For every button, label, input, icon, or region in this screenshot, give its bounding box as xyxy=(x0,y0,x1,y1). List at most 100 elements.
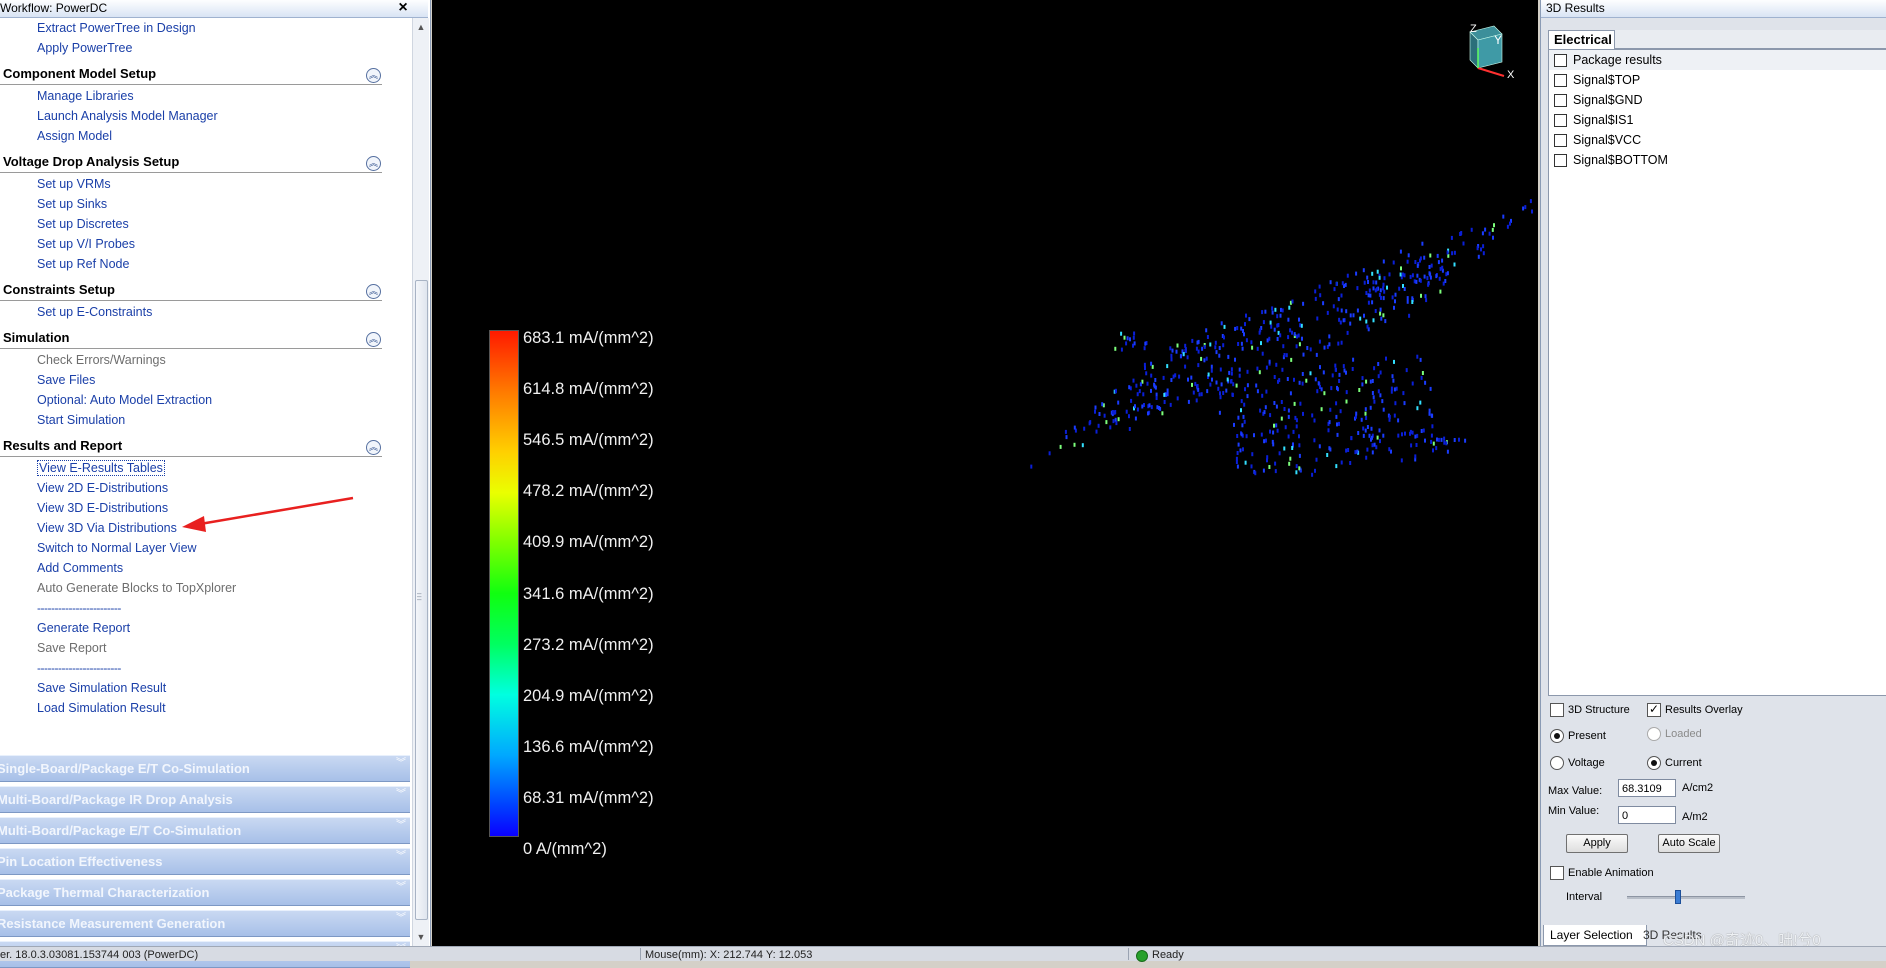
workflow-link[interactable]: Add Comments xyxy=(0,558,410,578)
collapsed-section[interactable]: Multi-Board/Package IR Drop Analysis ︾ xyxy=(0,786,410,813)
expand-chevron-icon[interactable]: ︾ xyxy=(396,914,406,924)
workflow-link[interactable]: Load Simulation Result xyxy=(0,698,410,718)
workflow-link[interactable]: Set up Discretes xyxy=(0,214,410,234)
section-header[interactable]: Constraints Setup ︽ xyxy=(0,278,410,302)
tree-item-checkbox[interactable] xyxy=(1554,54,1567,67)
collapse-section-icon[interactable]: ︽ xyxy=(366,68,381,83)
expand-chevron-icon[interactable]: ︾ xyxy=(396,821,406,831)
tree-item[interactable]: Signal$GND xyxy=(1549,90,1886,110)
workflow-link[interactable]: Start Simulation xyxy=(0,410,410,430)
section-header[interactable]: Component Model Setup ︽ xyxy=(0,62,410,86)
workflow-link[interactable]: View 3D Via Distributions xyxy=(0,518,410,538)
auto-scale-button[interactable]: Auto Scale xyxy=(1658,834,1720,853)
workflow-link[interactable]: Launch Analysis Model Manager xyxy=(0,106,410,126)
tree-item[interactable]: Signal$BOTTOM xyxy=(1549,150,1886,170)
workflow-link-label: Load Simulation Result xyxy=(37,701,166,715)
3d-structure-checkbox[interactable] xyxy=(1550,703,1564,717)
min-value-unit: A/m2 xyxy=(1682,811,1708,823)
tree-item-checkbox[interactable] xyxy=(1554,114,1567,127)
apply-button[interactable]: Apply xyxy=(1566,834,1628,853)
workflow-link[interactable]: Set up VRMs xyxy=(0,174,410,194)
enable-animation-checkbox[interactable] xyxy=(1550,866,1564,880)
scroll-up-arrow-icon[interactable]: ▲ xyxy=(413,20,429,34)
workflow-link-label: Save Report xyxy=(37,641,107,655)
min-value-input[interactable]: 0 xyxy=(1618,806,1676,824)
close-icon[interactable]: × xyxy=(396,0,410,16)
loaded-radio[interactable] xyxy=(1647,727,1661,741)
expand-chevron-icon[interactable]: ︾ xyxy=(396,883,406,893)
current-density-point xyxy=(1150,361,1153,366)
tree-item[interactable]: Signal$TOP xyxy=(1549,70,1886,90)
current-density-point xyxy=(1231,392,1234,397)
tree-item-checkbox[interactable] xyxy=(1554,154,1567,167)
collapse-section-icon[interactable]: ︽ xyxy=(366,284,381,299)
scroll-down-arrow-icon[interactable]: ▼ xyxy=(413,930,429,944)
workflow-link[interactable]: Set up V/I Probes xyxy=(0,234,410,254)
current-density-point xyxy=(1273,401,1276,405)
workflow-link[interactable]: Set up E-Constraints xyxy=(0,302,410,322)
current-density-point xyxy=(1414,260,1417,264)
current-density-point xyxy=(1289,391,1292,396)
collapsed-section[interactable]: Pin Location Effectiveness ︾ xyxy=(0,848,410,875)
workflow-scrollbar[interactable]: ▲ ‒ ‒ ‒ ▼ xyxy=(412,18,429,946)
workflow-link[interactable]: Set up Ref Node xyxy=(0,254,410,274)
present-radio[interactable] xyxy=(1550,729,1564,743)
current-radio[interactable] xyxy=(1647,756,1661,770)
collapsed-section[interactable]: Package Thermal Characterization ︾ xyxy=(0,879,410,906)
tree-item[interactable]: Package results xyxy=(1549,50,1886,70)
workflow-link[interactable]: Save Simulation Result xyxy=(0,678,410,698)
expand-chevron-icon[interactable]: ︾ xyxy=(396,790,406,800)
tree-item[interactable]: Signal$VCC xyxy=(1549,130,1886,150)
results-overlay-checkbox[interactable]: ✓ xyxy=(1647,703,1661,717)
interval-slider[interactable] xyxy=(1627,896,1745,899)
max-value-input[interactable]: 68.3109 xyxy=(1618,779,1676,797)
tree-item[interactable]: Signal$IS1 xyxy=(1549,110,1886,130)
collapse-section-icon[interactable]: ︽ xyxy=(366,332,381,347)
section-header[interactable]: Voltage Drop Analysis Setup ︽ xyxy=(0,150,410,174)
workflow-link[interactable]: Save Files xyxy=(0,370,410,390)
3d-viewport[interactable]: 683.1 mA/(mm^2) 614.8 mA/(mm^2) 546.5 mA/(… xyxy=(432,0,1538,946)
workflow-link[interactable]: Manage Libraries xyxy=(0,86,410,106)
workflow-link[interactable]: Set up Sinks xyxy=(0,194,410,214)
workflow-link[interactable]: View 3D E-Distributions xyxy=(0,498,410,518)
current-density-point xyxy=(1287,335,1290,340)
workflow-link[interactable]: Generate Report xyxy=(0,618,410,638)
interval-slider-thumb[interactable] xyxy=(1674,890,1681,904)
tree-item-checkbox[interactable] xyxy=(1554,94,1567,107)
expand-chevron-icon[interactable]: ︾ xyxy=(396,852,406,862)
expand-chevron-icon[interactable]: ︾ xyxy=(396,759,406,769)
current-density-point xyxy=(1219,391,1221,396)
workflow-link[interactable]: Assign Model xyxy=(0,126,410,146)
current-density-point xyxy=(1470,227,1473,232)
tree-item-checkbox[interactable] xyxy=(1554,74,1567,87)
voltage-radio[interactable] xyxy=(1550,756,1564,770)
collapse-section-icon[interactable]: ︽ xyxy=(366,156,381,171)
workflow-link[interactable]: View E-Results Tables xyxy=(0,458,410,478)
current-density-point xyxy=(1372,395,1375,400)
current-density-point xyxy=(1372,286,1375,291)
current-density-point xyxy=(1117,417,1120,422)
current-density-point xyxy=(1441,265,1444,270)
current-density-point xyxy=(1329,447,1332,452)
collapsed-section[interactable]: Resistance Measurement Generation ︾ xyxy=(0,910,410,937)
workflow-link[interactable]: Optional: Auto Model Extraction xyxy=(0,390,410,410)
workflow-link[interactable]: Apply PowerTree xyxy=(0,38,410,58)
section-header[interactable]: Simulation ︽ xyxy=(0,326,410,350)
collapsed-section[interactable]: Single-Board/Package E/T Co-Simulation ︾ xyxy=(0,755,410,782)
workflow-link[interactable]: Extract PowerTree in Design xyxy=(0,18,410,38)
current-density-point xyxy=(1401,432,1403,437)
section-header[interactable]: Results and Report ︽ xyxy=(0,434,410,458)
workflow-link[interactable]: View 2D E-Distributions xyxy=(0,478,410,498)
workflow-link-label: View E-Results Tables xyxy=(37,460,165,476)
current-density-point xyxy=(1112,419,1115,424)
tab-layer-selection[interactable]: Layer Selection xyxy=(1543,925,1647,946)
tab-electrical[interactable]: Electrical xyxy=(1548,30,1615,49)
collapse-section-icon[interactable]: ︽ xyxy=(366,440,381,455)
current-density-point xyxy=(1220,382,1223,387)
current-density-point xyxy=(1136,392,1139,397)
current-density-point xyxy=(1409,429,1412,434)
workflow-link[interactable]: Switch to Normal Layer View xyxy=(0,538,410,558)
tree-item-checkbox[interactable] xyxy=(1554,134,1567,147)
current-density-point xyxy=(1420,293,1422,298)
collapsed-section[interactable]: Multi-Board/Package E/T Co-Simulation ︾ xyxy=(0,817,410,844)
